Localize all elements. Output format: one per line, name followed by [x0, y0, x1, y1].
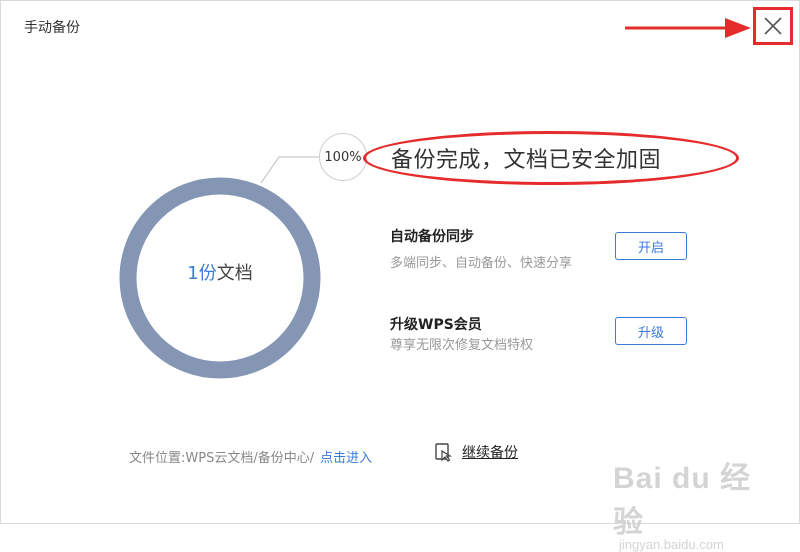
status-headline: 备份完成，文档已安全加固 [391, 148, 662, 173]
watermark-url: jingyan.baidu.com [619, 537, 724, 552]
open-location-link[interactable]: 点击进入 [320, 451, 372, 466]
file-location: 文件位置:WPS云文档/备份中心/点击进入 [129, 447, 372, 466]
feature-upgrade-desc: 尊享无限次修复文档特权 [390, 338, 534, 353]
feature-auto-sync-desc: 多端同步、自动备份、快速分享 [390, 256, 573, 271]
document-count-value: 1份 [187, 263, 217, 284]
backup-icon [435, 443, 453, 462]
feature-upgrade-title: 升级WPS会员 [390, 317, 482, 333]
feature-auto-sync-title: 自动备份同步 [390, 229, 474, 245]
watermark-brand: Bai du 经验 [613, 462, 752, 539]
progress-percent-badge: 100% [319, 133, 367, 181]
document-count-unit: 文档 [216, 263, 253, 284]
continue-backup-label: 继续备份 [462, 445, 518, 461]
annotation-arrow [625, 18, 751, 38]
close-button[interactable] [759, 12, 787, 40]
baidu-jingyan-watermark: Bai du 经验 jingyan.baidu.com [613, 453, 763, 552]
upgrade-button[interactable]: 升级 [615, 317, 687, 345]
close-icon [764, 17, 782, 35]
backup-dialog: 手动备份 1份文档 100% 备份完成，文档已安全加固 自动备份同步 多端同步、… [0, 0, 800, 552]
document-count: 1份文档 [119, 259, 321, 285]
continue-backup-button[interactable]: 继续备份 [434, 442, 518, 462]
enable-auto-sync-button[interactable]: 开启 [615, 232, 687, 260]
dialog-title: 手动备份 [24, 20, 80, 36]
file-location-text: 文件位置:WPS云文档/备份中心/ [129, 451, 315, 466]
